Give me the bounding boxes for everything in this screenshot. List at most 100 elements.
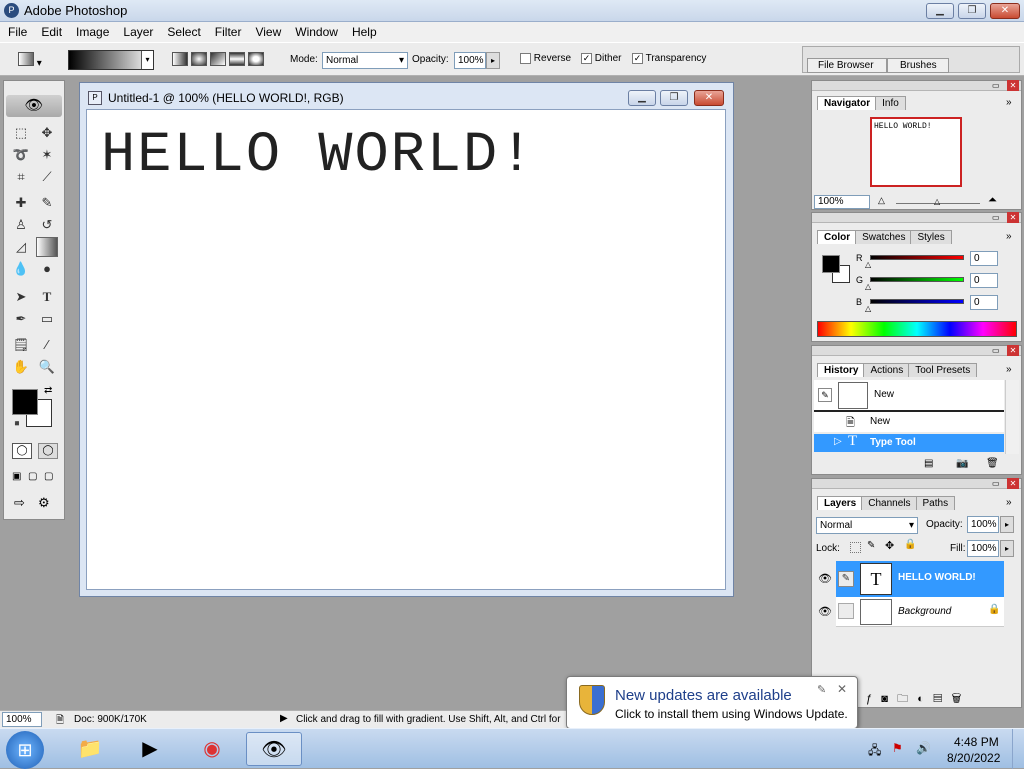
history-state-row-selected[interactable]: ▷ T Type Tool <box>814 433 1004 452</box>
clock-time[interactable]: 4:48 PM <box>954 735 999 749</box>
r-slider[interactable] <box>870 255 964 260</box>
menu-file[interactable]: File <box>0 22 33 40</box>
minimize-button[interactable]: ▁ <box>926 3 954 19</box>
tab-layers[interactable]: Layers <box>817 496 864 510</box>
blend-mode-select[interactable]: Normal ▾ <box>816 517 918 534</box>
b-value-field[interactable]: 0 <box>970 295 998 310</box>
menu-image[interactable]: Image <box>68 22 115 40</box>
media-player-icon[interactable]: ▶ <box>122 732 178 766</box>
menu-layer[interactable]: Layer <box>115 22 159 40</box>
crop-tool-icon[interactable]: ⌗ <box>10 167 32 187</box>
b-slider-thumb[interactable]: △ <box>865 304 871 313</box>
tray-volume-icon[interactable]: 🔊 <box>916 741 931 755</box>
transparency-checkbox[interactable]: ✓ <box>632 53 643 64</box>
panel-minimize-icon[interactable]: ▭ <box>992 479 1000 488</box>
close-button[interactable]: ✕ <box>990 3 1020 19</box>
panel-minimize-icon[interactable]: ▭ <box>992 213 1000 222</box>
tab-actions[interactable]: Actions <box>863 363 911 377</box>
panel-close-icon[interactable]: ✕ <box>1007 80 1019 91</box>
maximize-button[interactable]: ❐ <box>958 3 986 19</box>
color-spectrum-bar[interactable] <box>817 321 1017 337</box>
eraser-tool-icon[interactable]: ◿ <box>10 237 32 257</box>
windows-update-notification[interactable]: New updates are available Click to insta… <box>566 676 858 729</box>
lock-all-icon[interactable]: 🔒 <box>904 539 916 550</box>
panel-minimize-icon[interactable]: ▭ <box>992 346 1000 355</box>
tab-color[interactable]: Color <box>817 230 858 244</box>
panel-close-icon[interactable]: ✕ <box>1007 212 1019 223</box>
g-value-field[interactable]: 0 <box>970 273 998 288</box>
path-selection-tool-icon[interactable]: ➤ <box>10 287 32 307</box>
angle-gradient-button[interactable] <box>210 52 227 66</box>
panel-close-icon[interactable]: ✕ <box>1007 478 1019 489</box>
tab-history[interactable]: History <box>817 363 866 377</box>
layer-opacity-arrow[interactable]: ▸ <box>1000 516 1014 533</box>
radial-gradient-button[interactable] <box>191 52 208 66</box>
lock-move-icon[interactable]: ✥ <box>885 539 894 552</box>
history-brush-tool-icon[interactable]: ↺ <box>36 215 58 235</box>
delete-state-icon[interactable]: 🗑 <box>986 458 999 469</box>
layer-visibility-eye-icon[interactable]: 👁 <box>814 597 836 627</box>
opacity-field[interactable]: 100% <box>454 52 486 69</box>
start-button[interactable]: ⊞ <box>6 731 44 769</box>
tray-network-icon[interactable]: 🖧 <box>868 741 881 762</box>
r-value-field[interactable]: 0 <box>970 251 998 266</box>
mode-select[interactable]: Normal ▾ <box>322 52 408 69</box>
layer-visibility-eye-icon[interactable]: 👁 <box>814 561 836 597</box>
tab-tool-presets[interactable]: Tool Presets <box>908 363 978 377</box>
history-snapshot-row[interactable]: ✎ New <box>814 380 1004 412</box>
r-slider-thumb[interactable]: △ <box>865 260 871 269</box>
menu-window[interactable]: Window <box>287 22 344 40</box>
status-menu-arrow-icon[interactable]: ▶ <box>280 713 288 724</box>
navigator-preview[interactable]: HELLO WORLD! <box>870 117 962 187</box>
delete-layer-icon[interactable]: 🗑 <box>951 693 961 705</box>
brush-tool-icon[interactable]: ✎ <box>36 193 58 213</box>
history-scrollbar[interactable] <box>1005 380 1019 454</box>
menu-view[interactable]: View <box>247 22 287 40</box>
gradient-picker[interactable]: ▾ <box>68 50 154 70</box>
brushes-tab[interactable]: Brushes <box>887 58 949 73</box>
tab-paths[interactable]: Paths <box>915 496 956 510</box>
document-canvas[interactable]: HELLO WORLD! <box>86 109 726 590</box>
menu-filter[interactable]: Filter <box>207 22 248 40</box>
panel-menu-icon[interactable]: » <box>1006 231 1012 242</box>
blur-tool-icon[interactable]: 💧 <box>10 259 32 279</box>
quick-mask-mode-icon[interactable]: ◯ <box>38 443 58 459</box>
standard-mode-icon[interactable]: ◯ <box>12 443 32 459</box>
notification-options-icon[interactable]: ✎ <box>817 683 826 696</box>
diamond-gradient-button[interactable] <box>248 52 265 66</box>
hand-tool-icon[interactable]: ✋ <box>10 357 32 377</box>
layer-opacity-field[interactable]: 100% <box>967 516 999 533</box>
marquee-tool-icon[interactable]: ⬚ <box>10 123 32 143</box>
new-set-icon[interactable]: 🗀 <box>897 693 908 705</box>
tray-action-center-icon[interactable]: ⚑ <box>892 741 903 755</box>
foreground-color-swatch[interactable] <box>12 389 38 415</box>
lasso-tool-icon[interactable]: ➰ <box>10 145 32 165</box>
layer-brush-icon[interactable]: ✎ <box>838 571 854 587</box>
healing-brush-tool-icon[interactable]: ✚ <box>10 193 32 213</box>
lock-transparency-icon[interactable] <box>850 542 861 553</box>
doc-minimize-button[interactable]: ▁ <box>628 90 656 106</box>
layer-link-box[interactable] <box>838 603 854 619</box>
new-document-from-state-icon[interactable]: ▤ <box>924 458 933 469</box>
panel-menu-icon[interactable]: » <box>1006 364 1012 375</box>
shape-tool-icon[interactable]: ▭ <box>36 309 58 329</box>
opacity-arrow-button[interactable]: ▸ <box>486 52 500 69</box>
g-slider[interactable] <box>870 277 964 282</box>
slice-tool-icon[interactable]: ⟋ <box>36 167 58 187</box>
panel-close-icon[interactable]: ✕ <box>1007 345 1019 356</box>
g-slider-thumb[interactable]: △ <box>865 282 871 291</box>
panel-menu-icon[interactable]: » <box>1006 497 1012 508</box>
notes-tool-icon[interactable]: 🗒 <box>10 335 32 355</box>
adjustment-layer-icon[interactable]: ◐ <box>917 693 924 705</box>
chrome-icon[interactable]: ◉ <box>184 732 240 766</box>
pen-tool-icon[interactable]: ✒ <box>10 309 32 329</box>
show-desktop-button[interactable] <box>1012 729 1024 769</box>
eyedropper-tool-icon[interactable]: ⁄ <box>36 335 58 355</box>
layer-row[interactable]: 👁 Background 🔒 <box>814 597 1004 627</box>
file-explorer-icon[interactable]: 📁 <box>62 732 118 766</box>
reflected-gradient-button[interactable] <box>229 52 246 66</box>
screen-mode-full-menu-icon[interactable]: ▢ <box>28 471 37 482</box>
tab-navigator[interactable]: Navigator <box>817 96 878 110</box>
panel-menu-icon[interactable]: » <box>1006 97 1012 108</box>
default-colors-icon[interactable]: ◾ <box>12 419 22 428</box>
